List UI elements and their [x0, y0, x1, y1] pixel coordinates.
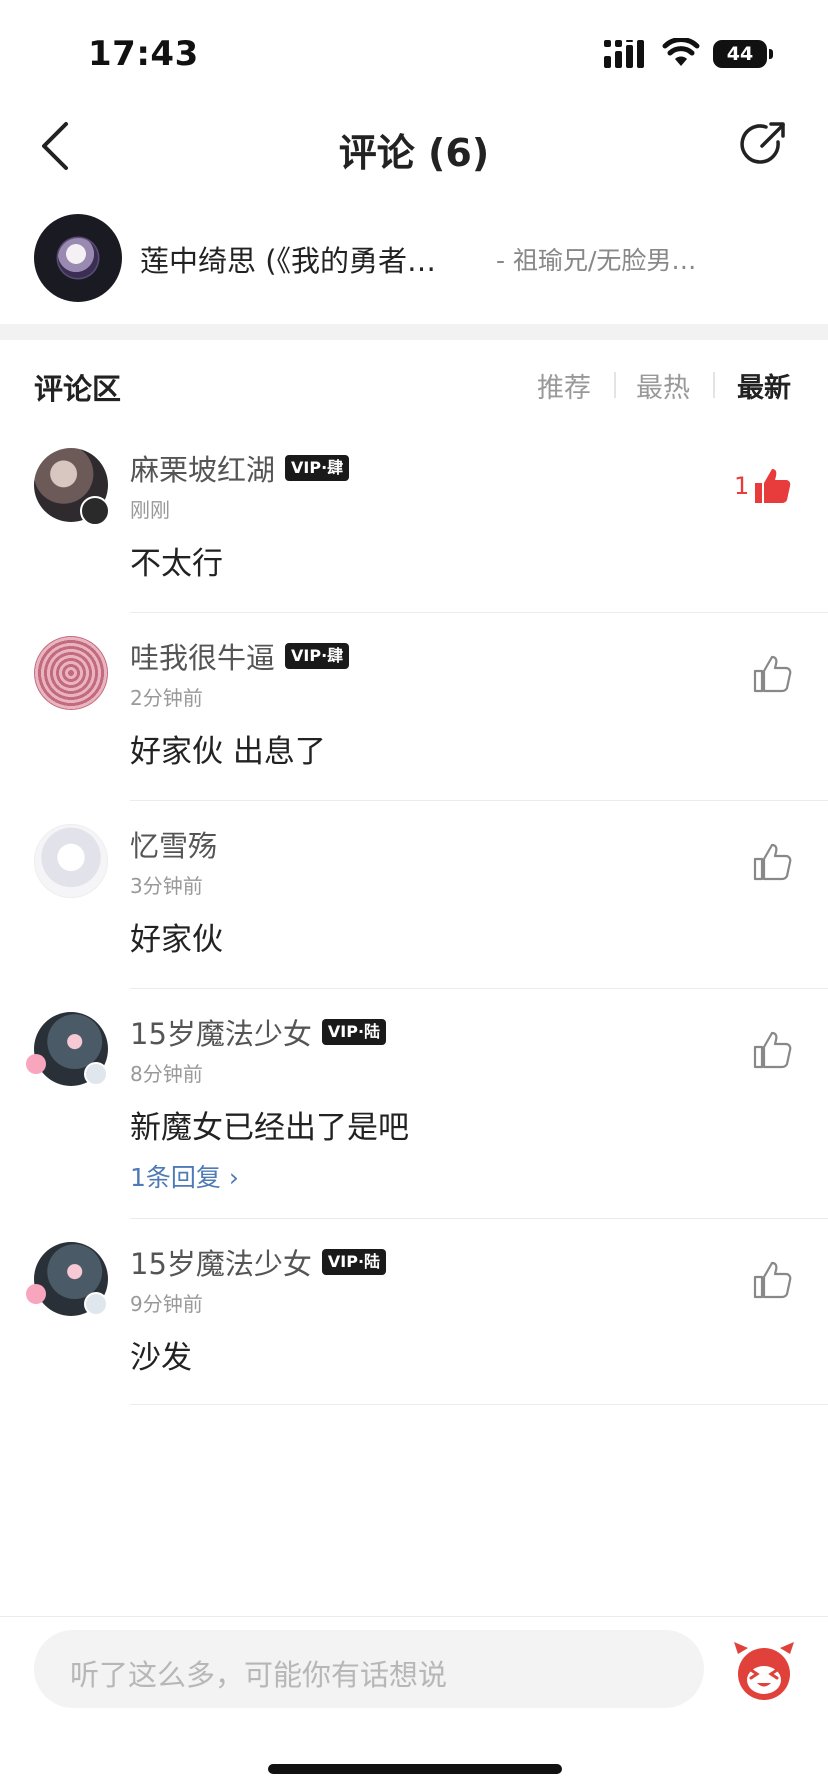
avatar-frame-badge-icon	[84, 1292, 108, 1316]
sort-separator	[614, 372, 616, 398]
comment-text[interactable]: 好家伙 出息了	[130, 726, 326, 771]
heart-decoration-icon	[26, 1284, 46, 1304]
vip-badge[interactable]: VIP·陆	[321, 1249, 387, 1275]
battery-icon: 44	[713, 40, 773, 68]
user-avatar[interactable]	[34, 636, 108, 710]
user-avatar[interactable]	[34, 824, 108, 898]
song-cover-image[interactable]	[34, 214, 122, 302]
comment-text[interactable]: 新魔女已经出了是吧	[130, 1102, 409, 1147]
wifi-icon	[662, 38, 700, 66]
emoji-icon[interactable]	[730, 1636, 798, 1704]
comment-time: 3分钟前	[130, 874, 203, 898]
thumbs-up-icon[interactable]	[752, 466, 792, 506]
section-divider	[0, 324, 828, 340]
chevron-right-icon: ›	[220, 1163, 239, 1192]
comment-time: 8分钟前	[130, 1062, 203, 1086]
comment-input[interactable]: 听了这么多，可能你有话想说	[34, 1630, 704, 1708]
comment-divider	[130, 1218, 828, 1219]
sort-hottest-tab[interactable]: 最热	[636, 366, 690, 405]
comment-divider	[130, 800, 828, 801]
comment-username[interactable]: 忆雪殇	[130, 823, 217, 865]
input-bar-divider	[0, 1616, 828, 1617]
record-badge-icon	[80, 496, 110, 526]
status-time: 17:43	[88, 34, 199, 74]
page-title: 评论 (6)	[338, 131, 490, 175]
share-icon[interactable]	[738, 120, 788, 170]
song-title: 莲中绮思 (《我的勇者…	[140, 244, 437, 278]
comment-divider	[130, 612, 828, 613]
cellular-signal-icon	[604, 40, 644, 68]
view-replies-link[interactable]: 1条回复 ›	[130, 1158, 239, 1194]
comment-section-header: 评论区 推荐 最热 最新	[0, 358, 828, 408]
comment-time: 2分钟前	[130, 686, 203, 710]
comment-divider	[130, 1404, 828, 1405]
comment-header: 15岁魔法少女 VIP·陆	[130, 1011, 387, 1053]
nav-bar: 评论 (6)	[0, 100, 828, 196]
sort-recommended-tab[interactable]: 推荐	[537, 366, 591, 405]
comment-input-placeholder: 听了这么多，可能你有话想说	[70, 1658, 448, 1692]
comment-header: 麻栗坡红湖 VIP·肆	[130, 447, 350, 489]
comment-divider	[130, 988, 828, 989]
sort-newest-tab[interactable]: 最新	[737, 366, 791, 405]
song-artist: - 祖瑜兄/无脸男…	[496, 246, 697, 275]
comment-time: 刚刚	[130, 498, 170, 522]
comment-username[interactable]: 麻栗坡红湖	[130, 447, 275, 489]
thumbs-up-icon[interactable]	[752, 842, 792, 882]
status-bar: 17:43 44	[0, 0, 828, 100]
replies-count: 1条回复	[130, 1163, 221, 1192]
sort-separator	[713, 372, 715, 398]
thumbs-up-icon[interactable]	[752, 654, 792, 694]
comment-text[interactable]: 沙发	[130, 1332, 192, 1377]
vip-badge[interactable]: VIP·肆	[285, 643, 350, 669]
comment-text[interactable]: 不太行	[130, 538, 223, 583]
avatar-frame-badge-icon	[84, 1062, 108, 1086]
thumbs-up-icon[interactable]	[752, 1030, 792, 1070]
comment-username[interactable]: 哇我很牛逼	[130, 635, 275, 677]
thumbs-up-icon[interactable]	[752, 1260, 792, 1300]
comment-username[interactable]: 15岁魔法少女	[130, 1011, 312, 1053]
comment-text[interactable]: 好家伙	[130, 914, 223, 959]
heart-decoration-icon	[26, 1054, 46, 1074]
comment-header: 忆雪殇	[130, 824, 217, 864]
home-indicator[interactable]	[268, 1764, 562, 1774]
like-count: 1	[734, 472, 750, 500]
comment-time: 9分钟前	[130, 1292, 203, 1316]
vip-badge[interactable]: VIP·陆	[321, 1019, 387, 1045]
battery-level: 44	[713, 40, 767, 68]
comment-header: 哇我很牛逼 VIP·肆	[130, 635, 350, 677]
comment-header: 15岁魔法少女 VIP·陆	[130, 1241, 387, 1283]
section-label: 评论区	[34, 372, 122, 406]
song-header[interactable]: 莲中绮思 (《我的勇者… - 祖瑜兄/无脸男…	[0, 210, 828, 306]
comment-username[interactable]: 15岁魔法少女	[130, 1241, 312, 1283]
vip-badge[interactable]: VIP·肆	[285, 455, 350, 481]
